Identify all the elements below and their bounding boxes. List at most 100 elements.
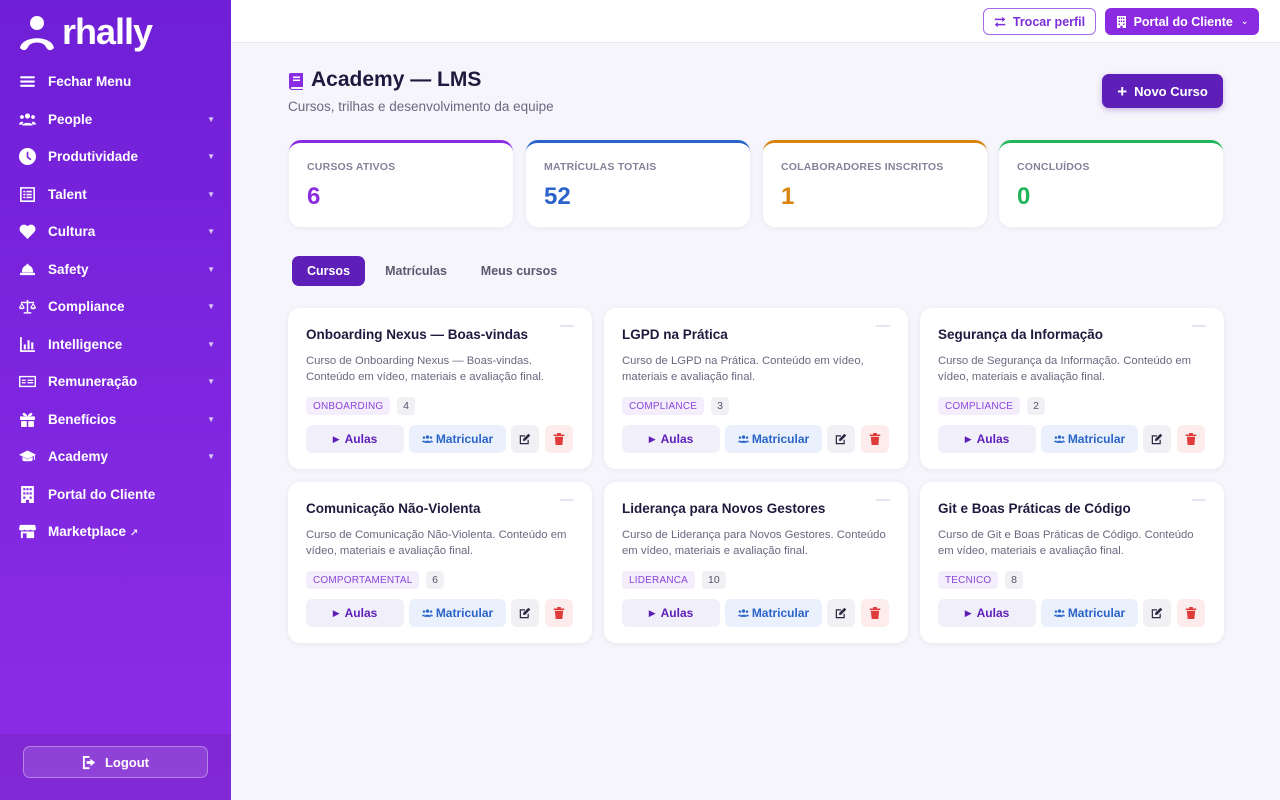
- delete-button[interactable]: [545, 425, 573, 453]
- sign-out-icon: [82, 755, 96, 769]
- lessons-label: Aulas: [660, 432, 694, 446]
- play-icon: ▶: [332, 607, 340, 618]
- chevron-down-icon: ▼: [207, 264, 215, 274]
- edit-icon: [1151, 607, 1163, 619]
- trash-icon: [869, 607, 881, 619]
- edit-button[interactable]: [1143, 599, 1171, 627]
- lessons-button[interactable]: ▶ Aulas: [306, 599, 404, 627]
- sidebar-item-label: Compliance: [48, 299, 125, 315]
- course-description: Curso de Segurança da Informação. Conteú…: [938, 355, 1192, 383]
- tab-cursos[interactable]: Cursos: [292, 256, 365, 286]
- logout-button[interactable]: Logout: [23, 746, 208, 778]
- course-card: Liderança para Novos Gestores Curso de L…: [604, 482, 908, 643]
- edit-button[interactable]: [827, 599, 855, 627]
- chart-icon: [18, 335, 36, 353]
- edit-button[interactable]: [511, 425, 539, 453]
- enroll-button[interactable]: Matricular: [725, 425, 822, 453]
- sidebar-item-label-text: Marketplace: [48, 524, 127, 540]
- course-category-tag: COMPLIANCE: [622, 397, 705, 415]
- stat-label: MATRÍCULAS TOTAIS: [544, 161, 657, 173]
- stat-value: 6: [307, 183, 321, 210]
- sidebar-item-label: Safety: [48, 261, 89, 277]
- course-title: Onboarding Nexus — Boas-vindas: [306, 327, 529, 342]
- course-card: Onboarding Nexus — Boas-vindas Curso de …: [288, 308, 592, 469]
- sidebar-item-academy[interactable]: Academy ▼: [0, 438, 231, 476]
- brand-logo[interactable]: rhally: [18, 12, 153, 52]
- delete-button[interactable]: [861, 425, 889, 453]
- delete-button[interactable]: [861, 599, 889, 627]
- gift-icon: [18, 410, 36, 428]
- course-category-tag: LIDERANCA: [622, 571, 696, 589]
- lessons-button[interactable]: ▶ Aulas: [306, 425, 404, 453]
- delete-button[interactable]: [1177, 425, 1205, 453]
- users-icon: [421, 609, 433, 617]
- enroll-button[interactable]: Matricular: [409, 599, 506, 627]
- sidebar-item-label: Produtividade: [48, 149, 139, 165]
- enroll-button[interactable]: Matricular: [1041, 425, 1138, 453]
- sidebar-item-label: Portal do Cliente: [48, 486, 156, 502]
- users-icon: [1053, 435, 1065, 443]
- enroll-button[interactable]: Matricular: [409, 425, 506, 453]
- users-icon: [18, 110, 36, 128]
- trash-icon: [1185, 607, 1197, 619]
- stat-value: 0: [1017, 183, 1031, 210]
- card-menu-handle[interactable]: [876, 499, 890, 501]
- edit-button[interactable]: [511, 599, 539, 627]
- building-icon: [1116, 15, 1126, 28]
- sidebar-item-portal-do-cliente[interactable]: Portal do Cliente: [0, 476, 231, 514]
- sidebar-item-cultura[interactable]: Cultura ▼: [0, 213, 231, 251]
- card-menu-handle[interactable]: [1192, 499, 1206, 501]
- sidebar-item-produtividade[interactable]: Produtividade ▼: [0, 138, 231, 176]
- client-portal-dropdown[interactable]: Portal do Cliente ⌄: [1105, 8, 1259, 35]
- users-icon: [421, 435, 433, 443]
- lessons-button[interactable]: ▶ Aulas: [622, 425, 720, 453]
- new-course-button[interactable]: + Novo Curso: [1102, 74, 1223, 108]
- play-icon: ▶: [332, 433, 340, 444]
- sidebar-item-compliance[interactable]: Compliance ▼: [0, 288, 231, 326]
- sidebar-item-intelligence[interactable]: Intelligence ▼: [0, 326, 231, 364]
- lessons-button[interactable]: ▶ Aulas: [622, 599, 720, 627]
- users-icon: [737, 609, 749, 617]
- course-lesson-count: 10: [702, 571, 726, 589]
- delete-button[interactable]: [545, 599, 573, 627]
- edit-button[interactable]: [827, 425, 855, 453]
- course-description: Curso de Liderança para Novos Gestores. …: [622, 529, 886, 557]
- enroll-button[interactable]: Matricular: [1041, 599, 1138, 627]
- sidebar-item-beneficios[interactable]: Benefícios ▼: [0, 401, 231, 439]
- stat-label: CURSOS ATIVOS: [307, 161, 396, 173]
- chevron-down-icon: ▼: [207, 227, 215, 237]
- sidebar-item-label: Cultura: [48, 224, 96, 240]
- delete-button[interactable]: [1177, 599, 1205, 627]
- card-menu-handle[interactable]: [1192, 325, 1206, 327]
- book-icon: [289, 73, 303, 90]
- sidebar-item-label: Talent: [48, 186, 87, 202]
- enroll-button[interactable]: Matricular: [725, 599, 822, 627]
- logout-label: Logout: [104, 754, 150, 770]
- tab-matriculas[interactable]: Matrículas: [375, 256, 457, 286]
- sidebar-item-safety[interactable]: Safety ▼: [0, 251, 231, 289]
- enroll-label: Matricular: [435, 432, 494, 446]
- sidebar-item-remuneracao[interactable]: Remuneração ▼: [0, 363, 231, 401]
- course-description: Curso de Comunicação Não-Violenta. Conte…: [306, 529, 567, 557]
- sidebar-item-marketplace[interactable]: Marketplace ↗: [0, 513, 231, 551]
- edit-button[interactable]: [1143, 425, 1171, 453]
- chevron-down-icon: ▼: [207, 189, 215, 199]
- card-menu-handle[interactable]: [560, 499, 574, 501]
- sidebar-item-talent[interactable]: Talent ▼: [0, 176, 231, 214]
- course-description: Curso de Git e Boas Práticas de Código. …: [938, 529, 1194, 557]
- sidebar-item-people[interactable]: People ▼: [0, 101, 231, 139]
- lessons-button[interactable]: ▶ Aulas: [938, 425, 1036, 453]
- switch-profile-button[interactable]: Trocar perfil: [983, 8, 1096, 35]
- sidebar-item-fechar-menu[interactable]: Fechar Menu: [0, 63, 231, 101]
- course-card: Git e Boas Práticas de Código Curso de G…: [920, 482, 1224, 643]
- lessons-button[interactable]: ▶ Aulas: [938, 599, 1036, 627]
- card-menu-handle[interactable]: [876, 325, 890, 327]
- course-category-tag: ONBOARDING: [306, 397, 391, 415]
- stat-value: 52: [544, 183, 571, 210]
- scale-icon: [18, 298, 36, 316]
- course-lesson-count: 2: [1027, 397, 1045, 415]
- card-menu-handle[interactable]: [560, 325, 574, 327]
- tab-meus-cursos[interactable]: Meus cursos: [470, 256, 568, 286]
- chevron-down-icon: ▼: [207, 114, 215, 124]
- lessons-label: Aulas: [976, 432, 1010, 446]
